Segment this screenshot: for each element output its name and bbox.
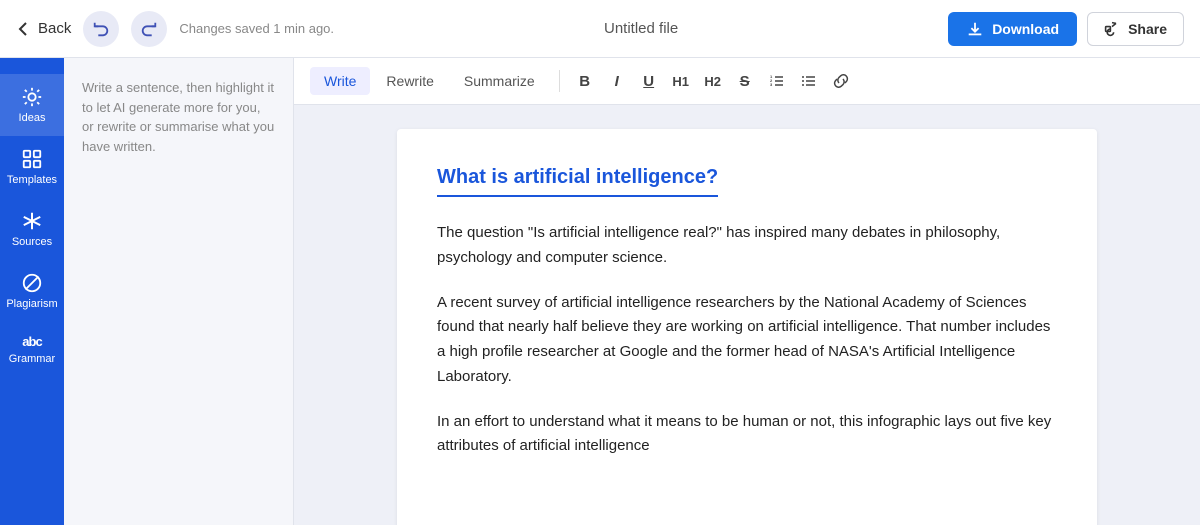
underline-icon: U — [643, 73, 654, 90]
tab-write[interactable]: Write — [310, 67, 370, 95]
main-layout: Ideas Templates Sources Plagiarism abc G… — [0, 58, 1200, 525]
back-button[interactable]: Back — [16, 20, 71, 37]
topbar: Back Changes saved 1 min ago. Untitled f… — [0, 0, 1200, 58]
saved-status: Changes saved 1 min ago. — [179, 21, 334, 36]
left-panel: Write a sentence, then highlight it to l… — [64, 58, 294, 525]
bold-icon: B — [579, 73, 590, 90]
strikethrough-button[interactable]: S — [730, 66, 760, 96]
unordered-list-button[interactable] — [794, 66, 824, 96]
download-icon — [966, 20, 984, 38]
ordered-list-icon: 1 2 3 — [769, 73, 785, 89]
redo-button[interactable] — [131, 11, 167, 47]
sidebar-item-templates[interactable]: Templates — [0, 136, 64, 198]
sidebar: Ideas Templates Sources Plagiarism abc G… — [0, 58, 64, 525]
undo-icon — [92, 20, 110, 38]
share-label: Share — [1128, 21, 1167, 37]
download-label: Download — [992, 21, 1059, 37]
underline-button[interactable]: U — [634, 66, 664, 96]
circle-slash-icon — [21, 272, 43, 294]
sidebar-item-ideas[interactable]: Ideas — [0, 74, 64, 136]
sidebar-item-plagiarism[interactable]: Plagiarism — [0, 260, 64, 322]
share-button[interactable]: Share — [1087, 12, 1184, 46]
ai-hint-text: Write a sentence, then highlight it to l… — [82, 78, 275, 156]
tab-rewrite[interactable]: Rewrite — [372, 67, 447, 95]
editor-area: Write Rewrite Summarize B I U H1 H2 S — [294, 58, 1200, 525]
editor-document[interactable]: What is artificial intelligence? The que… — [397, 129, 1097, 525]
doc-paragraph-3: In an effort to understand what it means… — [437, 410, 1057, 460]
sidebar-plagiarism-label: Plagiarism — [6, 298, 57, 310]
abc-icon: abc — [22, 334, 41, 349]
strikethrough-icon: S — [740, 73, 750, 90]
unordered-list-icon — [801, 73, 817, 89]
h2-button[interactable]: H2 — [698, 66, 728, 96]
chevron-left-icon — [16, 21, 32, 37]
sidebar-item-sources[interactable]: Sources — [0, 198, 64, 260]
h1-icon: H1 — [672, 74, 689, 89]
link-icon — [833, 73, 849, 89]
doc-paragraph-1: The question "Is artificial intelligence… — [437, 221, 1057, 271]
link-button[interactable] — [826, 66, 856, 96]
h2-icon: H2 — [704, 74, 721, 89]
redo-icon — [140, 20, 158, 38]
editor-doc-wrap: What is artificial intelligence? The que… — [294, 105, 1200, 525]
sidebar-item-grammar[interactable]: abc Grammar — [0, 322, 64, 377]
bold-button[interactable]: B — [570, 66, 600, 96]
topbar-left: Back Changes saved 1 min ago. — [16, 11, 334, 47]
download-button[interactable]: Download — [948, 12, 1077, 46]
italic-button[interactable]: I — [602, 66, 632, 96]
topbar-right: Download Share — [948, 12, 1184, 46]
document-title: What is artificial intelligence? — [437, 161, 718, 197]
sidebar-templates-label: Templates — [7, 174, 57, 186]
sidebar-sources-label: Sources — [12, 236, 52, 248]
italic-icon: I — [615, 73, 619, 90]
sun-icon — [21, 86, 43, 108]
doc-paragraph-2: A recent survey of artificial intelligen… — [437, 291, 1057, 390]
sidebar-grammar-label: Grammar — [9, 353, 55, 365]
undo-button[interactable] — [83, 11, 119, 47]
grid-icon — [21, 148, 43, 170]
toolbar-divider — [559, 70, 560, 92]
tab-summarize[interactable]: Summarize — [450, 67, 549, 95]
sidebar-ideas-label: Ideas — [19, 112, 46, 124]
asterisk-icon — [21, 210, 43, 232]
svg-text:3: 3 — [770, 82, 773, 87]
h1-button[interactable]: H1 — [666, 66, 696, 96]
file-title: Untitled file — [346, 20, 936, 37]
share-icon — [1104, 21, 1120, 37]
editor-toolbar: Write Rewrite Summarize B I U H1 H2 S — [294, 58, 1200, 105]
ordered-list-button[interactable]: 1 2 3 — [762, 66, 792, 96]
back-label: Back — [38, 20, 71, 37]
